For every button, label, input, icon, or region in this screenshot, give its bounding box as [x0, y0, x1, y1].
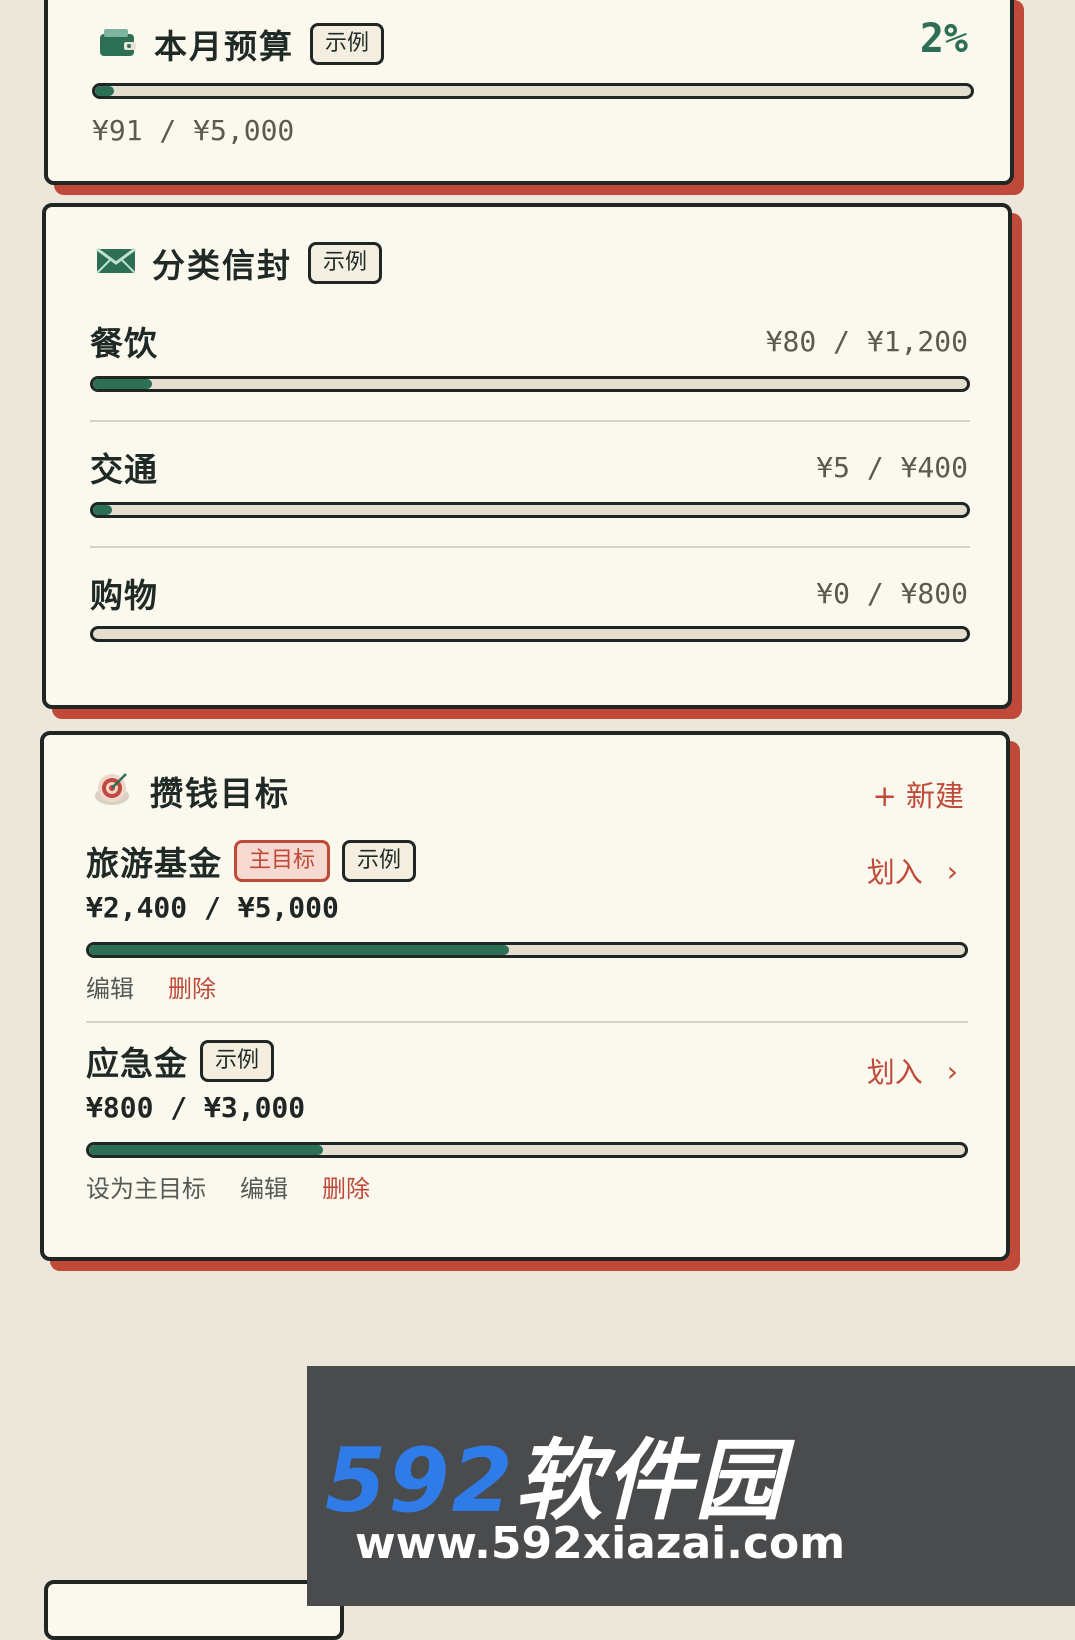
- goal-title-row: 旅游基金 主目标 示例: [86, 837, 417, 885]
- goal-progress-bar: [86, 942, 968, 958]
- divider: [90, 420, 970, 422]
- envelope-amount: ¥80 / ¥1,200: [765, 325, 968, 358]
- goal-title-row: 应急金 示例: [86, 1037, 275, 1085]
- transfer-button[interactable]: 划入 ›: [867, 851, 958, 891]
- chevron-right-icon: ›: [946, 854, 958, 888]
- watermark-logo-number: 592: [325, 1429, 515, 1532]
- envelope-amount: ¥5 / ¥400: [816, 451, 968, 484]
- edit-button[interactable]: 编辑: [86, 969, 134, 1004]
- goal-amount: ¥2,400 / ¥5,000: [86, 891, 339, 924]
- set-main-goal-button[interactable]: 设为主目标: [86, 1169, 206, 1204]
- envelope-amount: ¥0 / ¥800: [816, 577, 968, 610]
- budget-title-row: 本月预算 示例: [98, 20, 385, 68]
- budget-card: 本月预算 示例 2% ¥91 / ¥5,000: [44, 0, 1014, 185]
- goal-name: 应急金: [86, 1044, 188, 1083]
- watermark-logo-text: 软件园: [514, 1429, 785, 1532]
- budget-progress-fill: [95, 86, 115, 96]
- goal-progress-bar: [86, 1142, 968, 1158]
- example-tag: 示例: [310, 23, 385, 65]
- edit-button[interactable]: 编辑: [240, 1169, 288, 1204]
- savings-title-row: 攒钱目标: [92, 767, 290, 815]
- envelope-progress-bar: [90, 502, 970, 518]
- budget-percent: 2%: [919, 16, 968, 62]
- piggy-target-icon: [92, 770, 134, 812]
- envelope-name: 购物: [90, 576, 158, 615]
- transfer-label: 划入: [866, 856, 923, 889]
- envelope-name: 餐饮: [90, 324, 158, 363]
- divider: [86, 1021, 968, 1023]
- envelope-progress-fill: [93, 379, 152, 389]
- goal-actions: 设为主目标 编辑 删除: [86, 1169, 370, 1204]
- goal-name: 旅游基金: [86, 844, 222, 883]
- main-goal-tag: 主目标: [234, 840, 331, 882]
- example-tag: 示例: [200, 1040, 275, 1082]
- envelopes-title-row: 分类信封 示例: [96, 239, 383, 287]
- next-card-partial: [44, 1580, 344, 1640]
- transfer-button[interactable]: 划入 ›: [867, 1051, 958, 1091]
- budget-progress-bar: [92, 83, 974, 99]
- envelope-name: 交通: [90, 450, 158, 489]
- envelope-progress-bar: [90, 626, 970, 642]
- transfer-label: 划入: [866, 1056, 923, 1089]
- delete-button[interactable]: 删除: [168, 969, 216, 1004]
- wallet-icon: [98, 26, 138, 62]
- goal-progress-fill: [89, 1145, 323, 1155]
- envelope-progress-fill: [93, 505, 113, 515]
- watermark-url: www.592xiazai.com: [355, 1518, 846, 1569]
- envelope-progress-bar: [90, 376, 970, 392]
- envelope-icon: [96, 247, 136, 279]
- example-tag: 示例: [342, 840, 417, 882]
- new-goal-button[interactable]: + 新建: [872, 773, 964, 815]
- chevron-right-icon: ›: [946, 1054, 958, 1088]
- savings-title: 攒钱目标: [150, 774, 290, 813]
- savings-card: 攒钱目标 + 新建 旅游基金 主目标 示例 划入 › ¥2,400 / ¥5,0…: [40, 731, 1010, 1261]
- example-tag: 示例: [308, 242, 383, 284]
- divider: [90, 546, 970, 548]
- envelopes-card: 分类信封 示例 餐饮 ¥80 / ¥1,200 交通 ¥5 / ¥400 购物 …: [42, 203, 1012, 709]
- watermark-banner: 592软件园 www.592xiazai.com: [307, 1366, 1075, 1606]
- budget-title: 本月预算: [154, 27, 294, 66]
- goal-progress-fill: [89, 945, 510, 955]
- goal-actions: 编辑 删除: [86, 969, 216, 1004]
- budget-amount: ¥91 / ¥5,000: [92, 114, 295, 147]
- envelopes-title: 分类信封: [152, 246, 292, 285]
- goal-amount: ¥800 / ¥3,000: [86, 1091, 306, 1124]
- delete-button[interactable]: 删除: [322, 1169, 370, 1204]
